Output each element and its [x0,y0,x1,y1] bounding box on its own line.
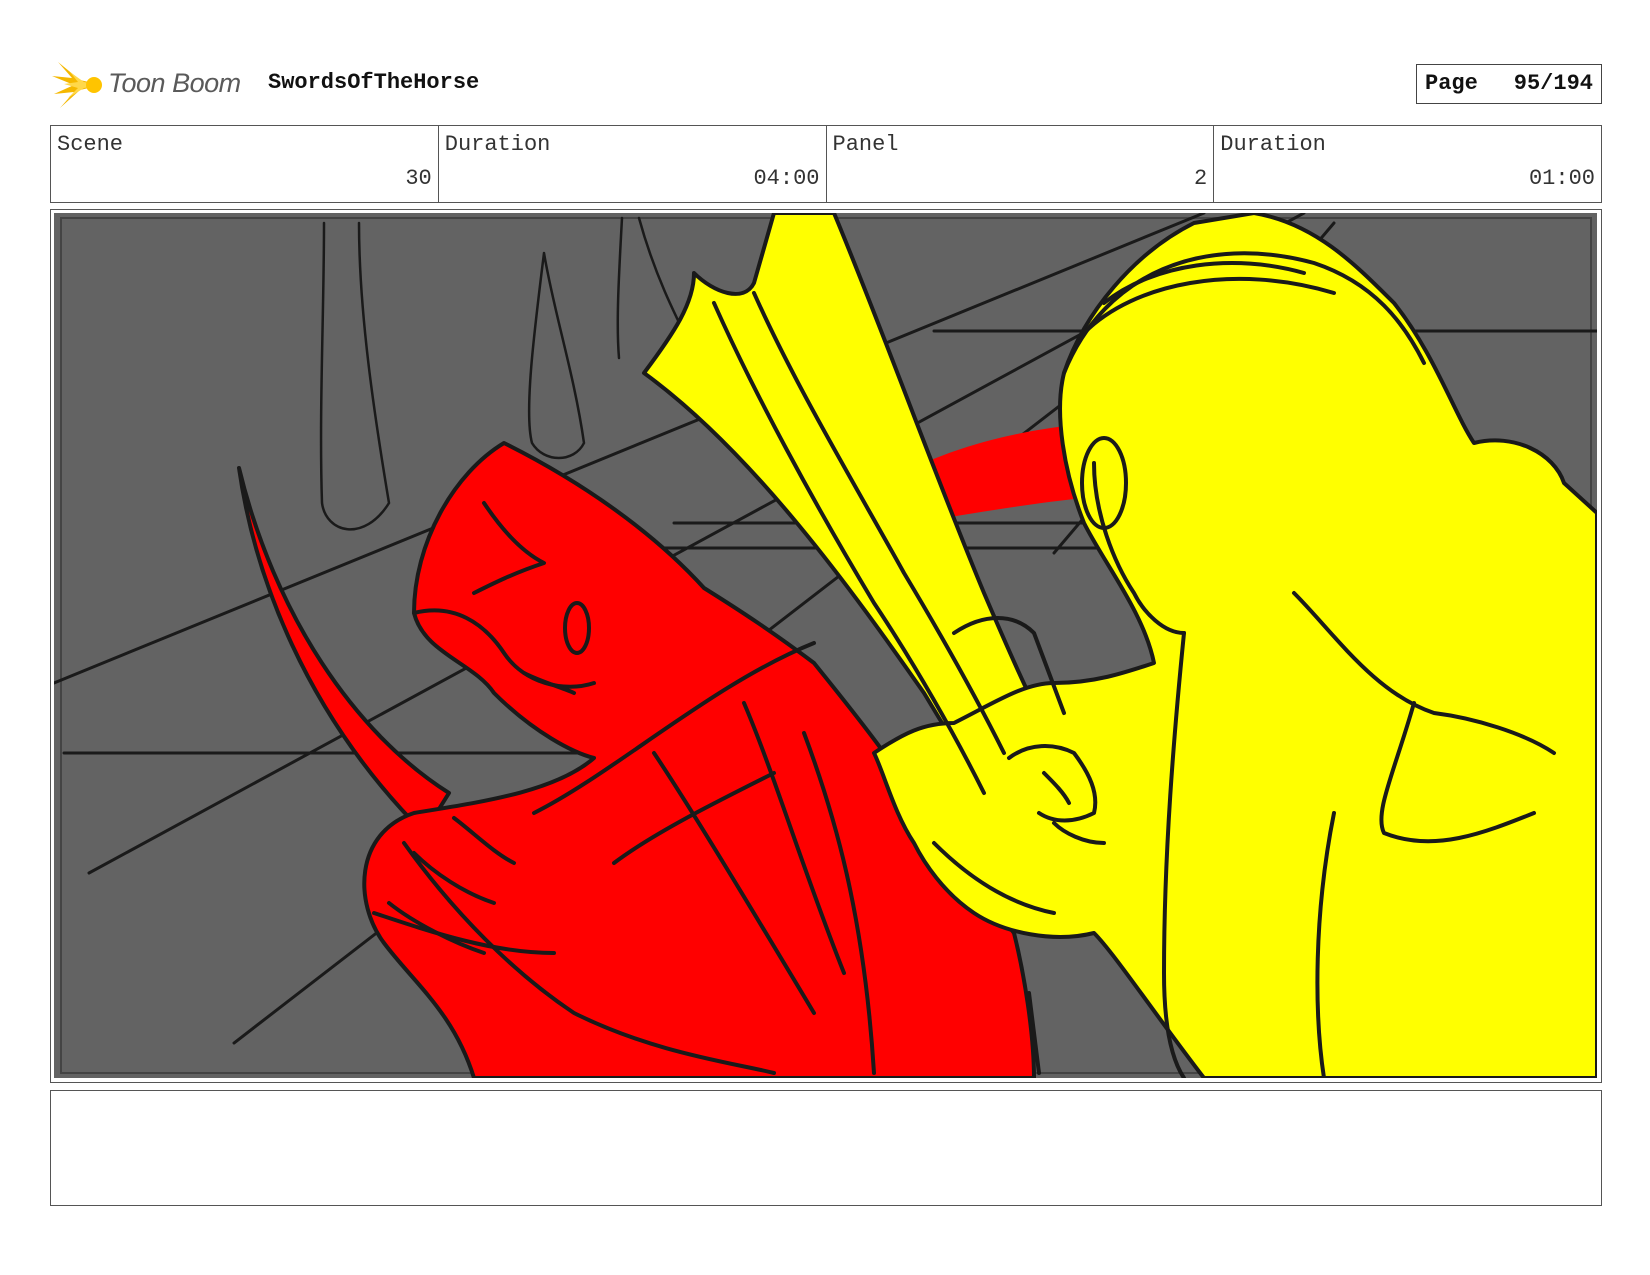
scene-value: 30 [405,166,432,191]
page-indicator: Page 95/194 [1416,64,1602,104]
panel-cell: Panel 2 [827,126,1215,202]
scene-label: Scene [57,132,124,157]
panel-drawing [54,213,1597,1078]
scene-duration-value: 04:00 [753,166,820,191]
panel-duration-label: Duration [1220,132,1326,157]
panel-duration-cell: Duration 01:00 [1214,126,1601,202]
scene-duration-label: Duration [444,132,551,157]
toon-boom-logo: Toon Boom [50,58,250,112]
panel-notes [50,1090,1602,1206]
logo-text: Toon Boom [108,68,241,98]
panel-label: Panel [832,132,899,157]
page-number: 95/194 [1513,71,1593,96]
flame-icon [52,62,102,108]
panel-value: 2 [1194,166,1208,191]
page-label: Page [1425,71,1478,96]
panel-info-table: Scene 30 Duration 04:00 Panel 2 Duration… [50,125,1602,203]
scene-cell: Scene 30 [51,126,439,202]
project-title: SwordsOfTheHorse [268,70,480,95]
panel-duration-value: 01:00 [1528,166,1595,191]
page-header: Toon Boom SwordsOfTheHorse Page 95/194 [50,58,1602,112]
storyboard-panel [50,209,1602,1083]
scene-duration-cell: Duration 04:00 [439,126,827,202]
